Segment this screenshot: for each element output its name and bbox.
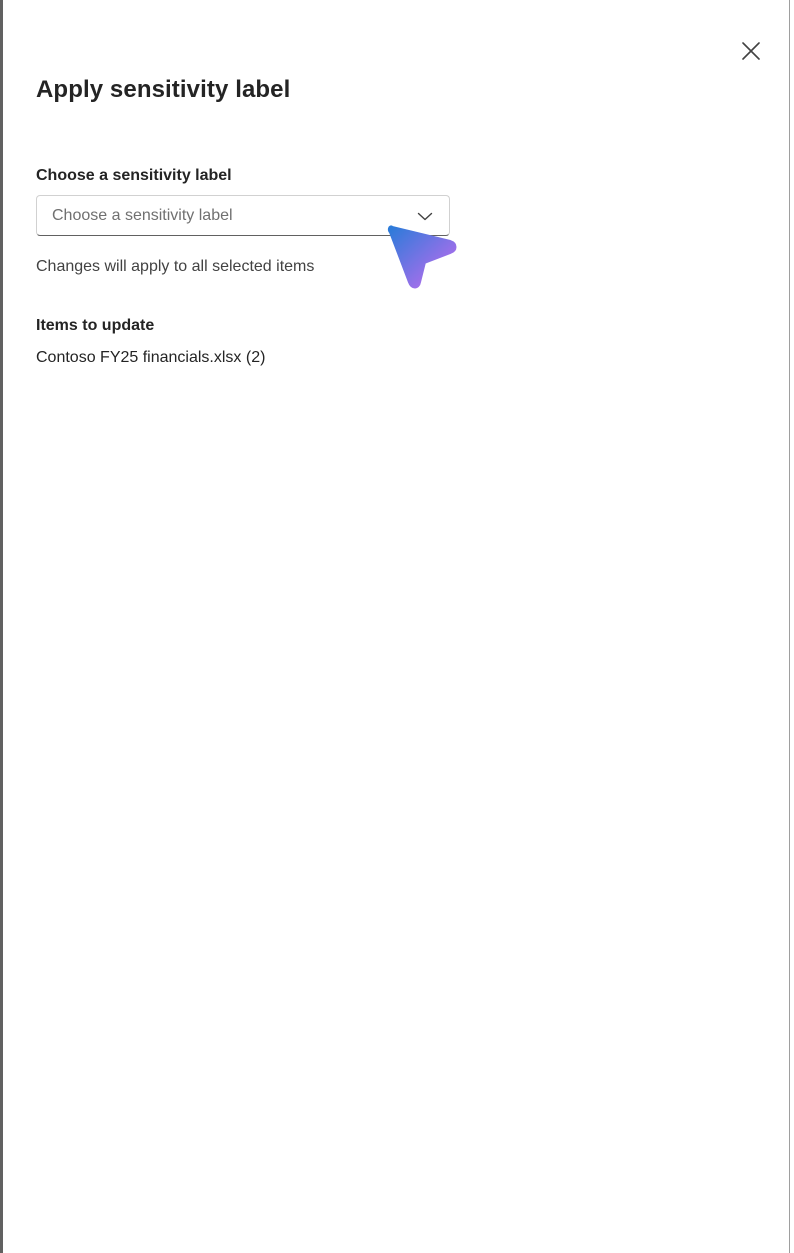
sensitivity-label-field-label: Choose a sensitivity label: [36, 167, 232, 184]
panel-title: Apply sensitivity label: [36, 76, 291, 103]
sensitivity-label-dropdown[interactable]: Choose a sensitivity label: [36, 195, 450, 236]
dropdown-placeholder: Choose a sensitivity label: [52, 207, 233, 224]
list-item: Contoso FY25 financials.xlsx (2): [36, 349, 266, 366]
sensitivity-label-panel: Apply sensitivity label Choose a sensiti…: [0, 0, 790, 1253]
close-button[interactable]: [739, 39, 763, 63]
close-icon: [742, 42, 760, 60]
items-to-update-heading: Items to update: [36, 317, 155, 334]
helper-text: Changes will apply to all selected items: [36, 258, 315, 275]
chevron-down-icon: [417, 212, 433, 221]
